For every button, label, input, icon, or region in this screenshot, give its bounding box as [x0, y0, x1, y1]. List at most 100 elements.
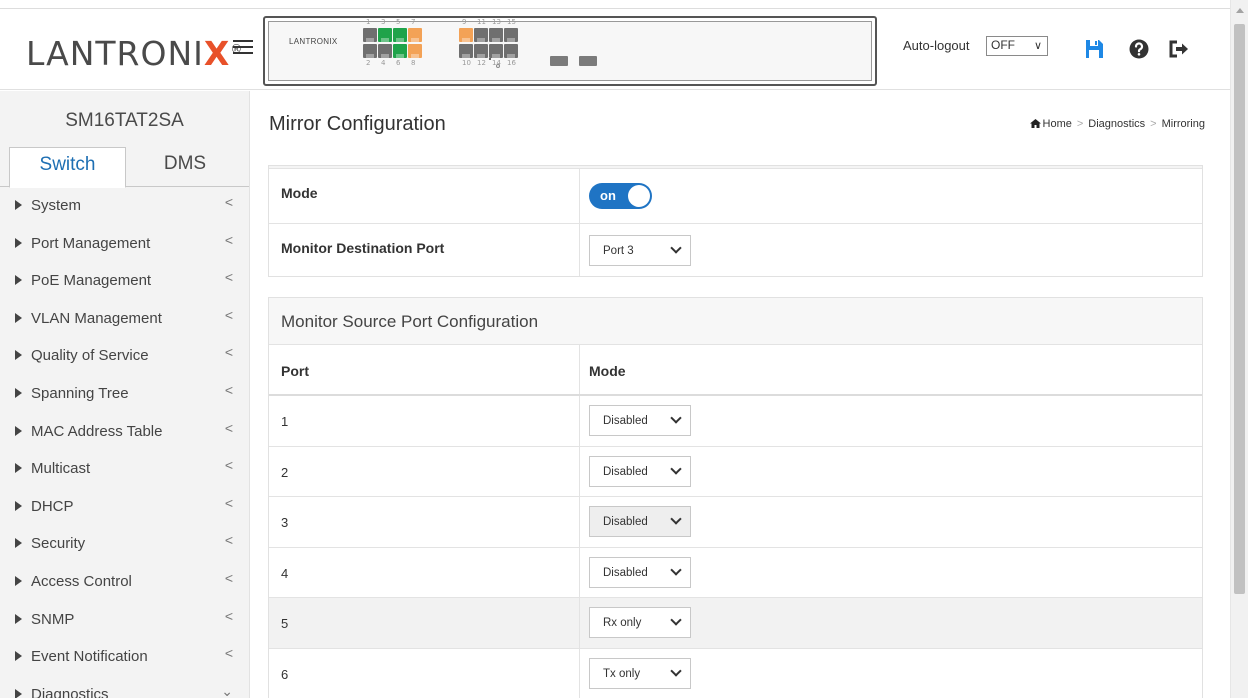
sidebar-item[interactable]: DHCP <: [0, 488, 249, 526]
mode-toggle[interactable]: on: [589, 183, 652, 209]
page-scrollbar[interactable]: [1230, 0, 1248, 698]
table-header: Port Mode: [269, 345, 1202, 396]
port-number-label: 7: [411, 18, 416, 26]
port-led[interactable]: [459, 28, 473, 42]
sidebar-item[interactable]: System <: [0, 187, 249, 225]
tab-switch[interactable]: Switch: [9, 147, 126, 188]
port-number-label: 6: [396, 59, 401, 67]
port-led[interactable]: [393, 28, 407, 42]
port-number-label: 1: [366, 18, 371, 26]
port-mode-select[interactable]: Rx only: [589, 607, 691, 638]
sidebar-item[interactable]: MAC Address Table <: [0, 413, 249, 451]
sidebar-item[interactable]: Spanning Tree <: [0, 375, 249, 413]
port-number: 4: [281, 565, 289, 581]
monitor-destination-select[interactable]: Port 3: [589, 235, 691, 266]
sidebar-item[interactable]: SNMP <: [0, 601, 249, 639]
breadcrumb: Home > Diagnostics > Mirroring: [1029, 118, 1205, 130]
chevron-left-icon: <: [224, 494, 233, 511]
breadcrumb-diagnostics[interactable]: Diagnostics: [1088, 118, 1145, 130]
scroll-up-icon[interactable]: [1236, 8, 1244, 13]
column-header-mode: Mode: [589, 363, 626, 379]
port-number-label: 10: [462, 59, 471, 67]
sidebar-item[interactable]: VLAN Management <: [0, 300, 249, 338]
lantronix-logo[interactable]: LANTRONIX®: [26, 34, 243, 73]
expand-arrow-icon: [15, 350, 22, 361]
sidebar-item[interactable]: Multicast <: [0, 450, 249, 488]
sidebar-item[interactable]: PoE Management <: [0, 262, 249, 300]
sidebar-item[interactable]: Security <: [0, 525, 249, 563]
port-number: 2: [281, 464, 289, 480]
port-number-label: 11: [477, 18, 486, 26]
table-row: 4 Disabled: [269, 547, 1202, 598]
auto-logout-select[interactable]: OFF ∨: [986, 36, 1048, 56]
sidebar-item-label: System: [31, 197, 82, 214]
mode-label: Mode: [281, 185, 318, 201]
chevron-down-icon: [670, 614, 682, 626]
port-led[interactable]: [474, 28, 488, 42]
sidebar-item-label: Port Management: [31, 234, 151, 252]
port-led[interactable]: [459, 44, 473, 58]
port-led[interactable]: [474, 44, 488, 58]
save-icon[interactable]: [1083, 38, 1105, 60]
mirror-settings-panel: Mode on Monitor Destination Port Port 3: [268, 165, 1203, 277]
chevron-left-icon: <: [224, 645, 233, 662]
breadcrumb-separator: >: [1150, 118, 1157, 130]
port-number-label: 16: [507, 59, 516, 67]
port-led[interactable]: [489, 28, 503, 42]
page-title: Mirror Configuration: [269, 113, 446, 135]
table-row: 6 Tx only: [269, 648, 1202, 698]
chevron-left-icon: <: [224, 269, 233, 286]
port-led[interactable]: [393, 44, 407, 58]
port-number: 3: [281, 515, 289, 530]
sidebar-item[interactable]: Diagnostics ⌄: [0, 676, 249, 698]
help-icon[interactable]: [1128, 38, 1150, 60]
port-mode-select[interactable]: Disabled: [589, 455, 691, 487]
breadcrumb-home[interactable]: Home: [1043, 118, 1072, 130]
sidebar-item[interactable]: Event Notification <: [0, 638, 249, 676]
logout-icon[interactable]: [1168, 38, 1190, 60]
port-led[interactable]: [504, 44, 518, 58]
chevron-left-icon: <: [224, 457, 233, 474]
auto-logout-value: OFF: [991, 38, 1015, 52]
expand-arrow-icon: [15, 688, 22, 698]
scrollbar-thumb[interactable]: [1234, 24, 1245, 594]
expand-arrow-icon: [15, 425, 22, 436]
device-hostname: SM16TAT2SA: [65, 110, 184, 131]
port-mode-select[interactable]: Disabled: [589, 556, 691, 588]
port-led[interactable]: [408, 28, 422, 42]
chevron-left-icon: <: [224, 419, 233, 436]
table-row: 2 Disabled: [269, 446, 1202, 497]
port-led[interactable]: [408, 44, 422, 58]
sidebar: SM16TAT2SA Switch DMS System < Port Manage…: [0, 91, 250, 698]
chevron-left-icon: <: [224, 381, 233, 398]
tab-dms[interactable]: DMS: [130, 147, 240, 188]
source-panel-title: Monitor Source Port Configuration: [269, 298, 1202, 345]
port-led[interactable]: [363, 44, 377, 58]
sidebar-item[interactable]: Port Management <: [0, 225, 249, 263]
table-row: 1 Disabled: [269, 396, 1202, 447]
sfp-port[interactable]: [579, 56, 597, 66]
port-led[interactable]: [378, 28, 392, 42]
header-divider: [0, 8, 1230, 9]
port-number-label: 8: [411, 59, 416, 67]
chevron-left-icon: <: [224, 607, 233, 624]
port-led[interactable]: [378, 44, 392, 58]
sidebar-item[interactable]: Access Control <: [0, 563, 249, 601]
port-led[interactable]: [363, 28, 377, 42]
toggle-knob: [628, 185, 650, 207]
menu-icon[interactable]: [233, 40, 253, 56]
chevron-left-icon: <: [224, 532, 233, 549]
sidebar-item-label: DHCP: [31, 497, 74, 515]
chevron-down-icon: ∨: [1033, 40, 1042, 52]
sidebar-item[interactable]: Quality of Service <: [0, 337, 249, 375]
chevron-down-icon: [670, 242, 682, 254]
port-led[interactable]: [489, 44, 503, 58]
sfp-port[interactable]: [550, 56, 568, 66]
chevron-left-icon: <: [224, 194, 233, 210]
port-number-label: 15: [507, 18, 516, 26]
port-mode-select[interactable]: Tx only: [589, 657, 691, 689]
port-mode-select[interactable]: Disabled: [589, 405, 691, 436]
port-led[interactable]: [504, 28, 518, 42]
chevron-down-icon: [670, 513, 682, 525]
source-table-body: 1 Disabled 2 Disabled 3 Disabled 4 Disabled 5 Rx …: [269, 396, 1202, 698]
